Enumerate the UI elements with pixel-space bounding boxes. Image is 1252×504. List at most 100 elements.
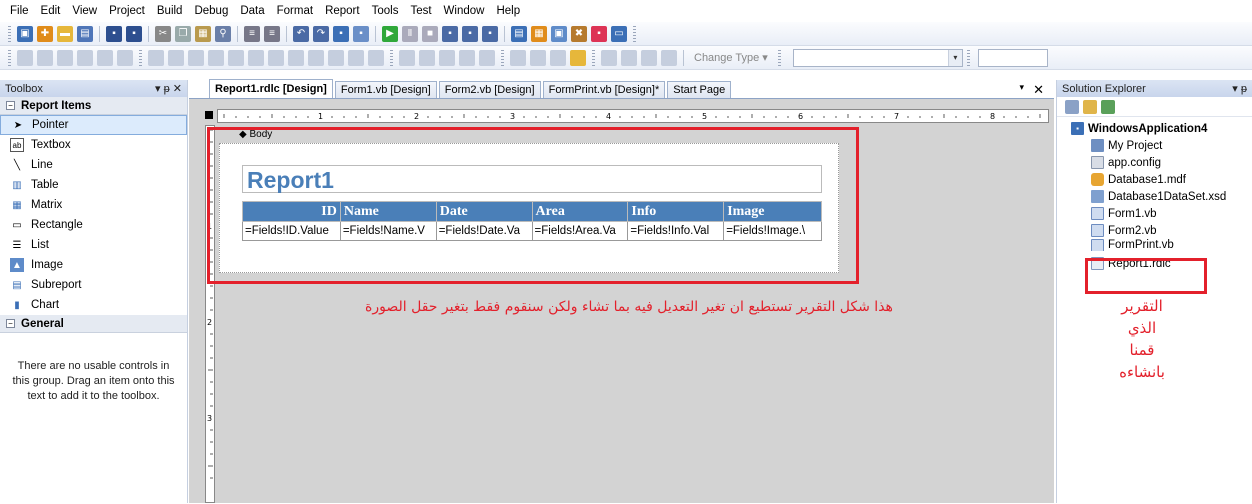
group-report-items[interactable]: − Report Items: [0, 97, 187, 115]
navigate-icon[interactable]: ▪: [333, 25, 349, 42]
background-color-icon[interactable]: [228, 49, 244, 66]
tab-start-page[interactable]: Start Page: [667, 81, 732, 98]
collapse-icon[interactable]: −: [6, 319, 15, 328]
save-all-icon[interactable]: ▪: [126, 25, 142, 42]
chart-option-icon-1[interactable]: [601, 49, 617, 66]
solution-explorer-icon[interactable]: ▤: [511, 25, 527, 42]
menu-help[interactable]: Help: [490, 5, 526, 17]
copy-icon[interactable]: ❐: [175, 25, 191, 42]
menu-debug[interactable]: Debug: [188, 5, 234, 17]
datasource-icon[interactable]: [570, 49, 586, 66]
font-color-icon[interactable]: [208, 49, 224, 66]
report-icon-1[interactable]: [17, 49, 33, 66]
add-new-item-icon[interactable]: ▤: [77, 25, 93, 42]
tab-dropdown-icon[interactable]: ▾: [1019, 82, 1024, 93]
tree-root-project[interactable]: ▪ WindowsApplication4: [1057, 120, 1252, 137]
align-left-icon[interactable]: [248, 49, 264, 66]
step-out-icon[interactable]: ▪: [482, 25, 498, 42]
layout-icon-1[interactable]: [510, 49, 526, 66]
font-combo[interactable]: ▾: [792, 48, 963, 67]
menu-format[interactable]: Format: [271, 5, 319, 17]
tree-item-app-config[interactable]: app.config: [1057, 154, 1252, 171]
undo-icon[interactable]: ↶: [293, 25, 309, 42]
group-icon[interactable]: [368, 49, 384, 66]
tab-report1-design[interactable]: Report1.rdlc [Design]: [209, 79, 333, 98]
show-all-files-icon[interactable]: [1083, 99, 1097, 114]
toolbox-pin-close[interactable]: ▾ ᵽ ✕: [155, 82, 182, 95]
toolbox-icon[interactable]: ✖: [571, 25, 587, 42]
tree-item-form2[interactable]: Form2.vb: [1057, 222, 1252, 239]
toolbox-item-matrix[interactable]: ▦ Matrix: [0, 195, 187, 215]
align-right-icon[interactable]: [288, 49, 304, 66]
toolbox-item-line[interactable]: ╲ Line: [0, 155, 187, 175]
open-file-icon[interactable]: ▬: [57, 25, 73, 42]
underline-icon[interactable]: [188, 49, 204, 66]
menu-edit[interactable]: Edit: [35, 5, 67, 17]
sum-icon[interactable]: [399, 49, 415, 66]
redo-icon[interactable]: ↷: [313, 25, 329, 42]
align-icon[interactable]: ≡: [244, 25, 260, 42]
stop-icon[interactable]: ■: [422, 25, 438, 42]
toolbar-grip[interactable]: [8, 49, 11, 66]
window-icon[interactable]: ▭: [611, 25, 627, 42]
toolbar-grip[interactable]: [501, 49, 504, 66]
navigate-forward-icon[interactable]: ▪: [353, 25, 369, 42]
step-over-icon[interactable]: ▪: [462, 25, 478, 42]
tab-form2-design[interactable]: Form2.vb [Design]: [438, 81, 541, 98]
layout-icon-2[interactable]: [530, 49, 546, 66]
justify-icon[interactable]: [308, 49, 324, 66]
toolbox-item-pointer[interactable]: ➤ Pointer: [0, 115, 187, 135]
menu-window[interactable]: Window: [438, 5, 491, 17]
toolbox-item-textbox[interactable]: ab Textbox: [0, 135, 187, 155]
toolbar-grip[interactable]: [633, 25, 636, 42]
menu-file[interactable]: File: [4, 5, 35, 17]
start-page-icon[interactable]: ▪: [591, 25, 607, 42]
toolbox-item-chart[interactable]: ▮ Chart: [0, 295, 187, 315]
menu-test[interactable]: Test: [404, 5, 437, 17]
list-icon[interactable]: [479, 49, 495, 66]
pause-icon[interactable]: Ⅱ: [402, 25, 418, 42]
tree-item-my-project[interactable]: My Project: [1057, 137, 1252, 154]
toolbox-item-subreport[interactable]: ▤ Subreport: [0, 275, 187, 295]
matrix-icon[interactable]: [439, 49, 455, 66]
change-type-dropdown[interactable]: Change Type ▾: [694, 51, 768, 64]
menu-view[interactable]: View: [66, 5, 103, 17]
tree-item-formprint[interactable]: FormPrint.vb: [1057, 239, 1252, 251]
refresh-icon[interactable]: [1101, 99, 1115, 114]
tab-formprint-design[interactable]: FormPrint.vb [Design]*: [542, 81, 666, 98]
object-browser-icon[interactable]: ▣: [551, 25, 567, 42]
menu-tools[interactable]: Tools: [366, 5, 405, 17]
toolbar-grip[interactable]: [390, 49, 393, 66]
report-icon-4[interactable]: [77, 49, 93, 66]
toolbar-grip[interactable]: [966, 49, 970, 66]
report-icon-2[interactable]: [37, 49, 53, 66]
add-item-icon[interactable]: ✚: [37, 25, 53, 42]
group-general[interactable]: − General: [0, 315, 187, 333]
new-project-icon[interactable]: ▣: [17, 25, 33, 42]
menu-data[interactable]: Data: [234, 5, 270, 17]
collapse-icon[interactable]: −: [6, 101, 15, 110]
properties-icon[interactable]: ▦: [531, 25, 547, 42]
sort-icon[interactable]: [328, 49, 344, 66]
tree-item-dataset-xsd[interactable]: Database1DataSet.xsd: [1057, 188, 1252, 205]
chart-icon[interactable]: [459, 49, 475, 66]
step-into-icon[interactable]: ▪: [442, 25, 458, 42]
table-icon[interactable]: [419, 49, 435, 66]
chart-option-icon-2[interactable]: [621, 49, 637, 66]
close-tab-icon[interactable]: ✕: [1033, 82, 1044, 98]
menu-report[interactable]: Report: [319, 5, 366, 17]
chart-option-icon-4[interactable]: [661, 49, 677, 66]
align-center-icon[interactable]: [268, 49, 284, 66]
toolbox-item-table[interactable]: ▥ Table: [0, 175, 187, 195]
toolbox-item-rectangle[interactable]: ▭ Rectangle: [0, 215, 187, 235]
align-bottom-icon[interactable]: ≡: [264, 25, 280, 42]
tab-form1-design[interactable]: Form1.vb [Design]: [334, 81, 437, 98]
toolbar-grip[interactable]: [139, 49, 142, 66]
size-combo[interactable]: [977, 48, 1048, 67]
italic-icon[interactable]: [168, 49, 184, 66]
report-icon-6[interactable]: [117, 49, 133, 66]
solution-explorer-pin[interactable]: ▾ ᵽ: [1232, 82, 1247, 95]
menu-project[interactable]: Project: [103, 5, 151, 17]
paste-icon[interactable]: ▦: [195, 25, 211, 42]
tree-item-database1-mdf[interactable]: Database1.mdf: [1057, 171, 1252, 188]
